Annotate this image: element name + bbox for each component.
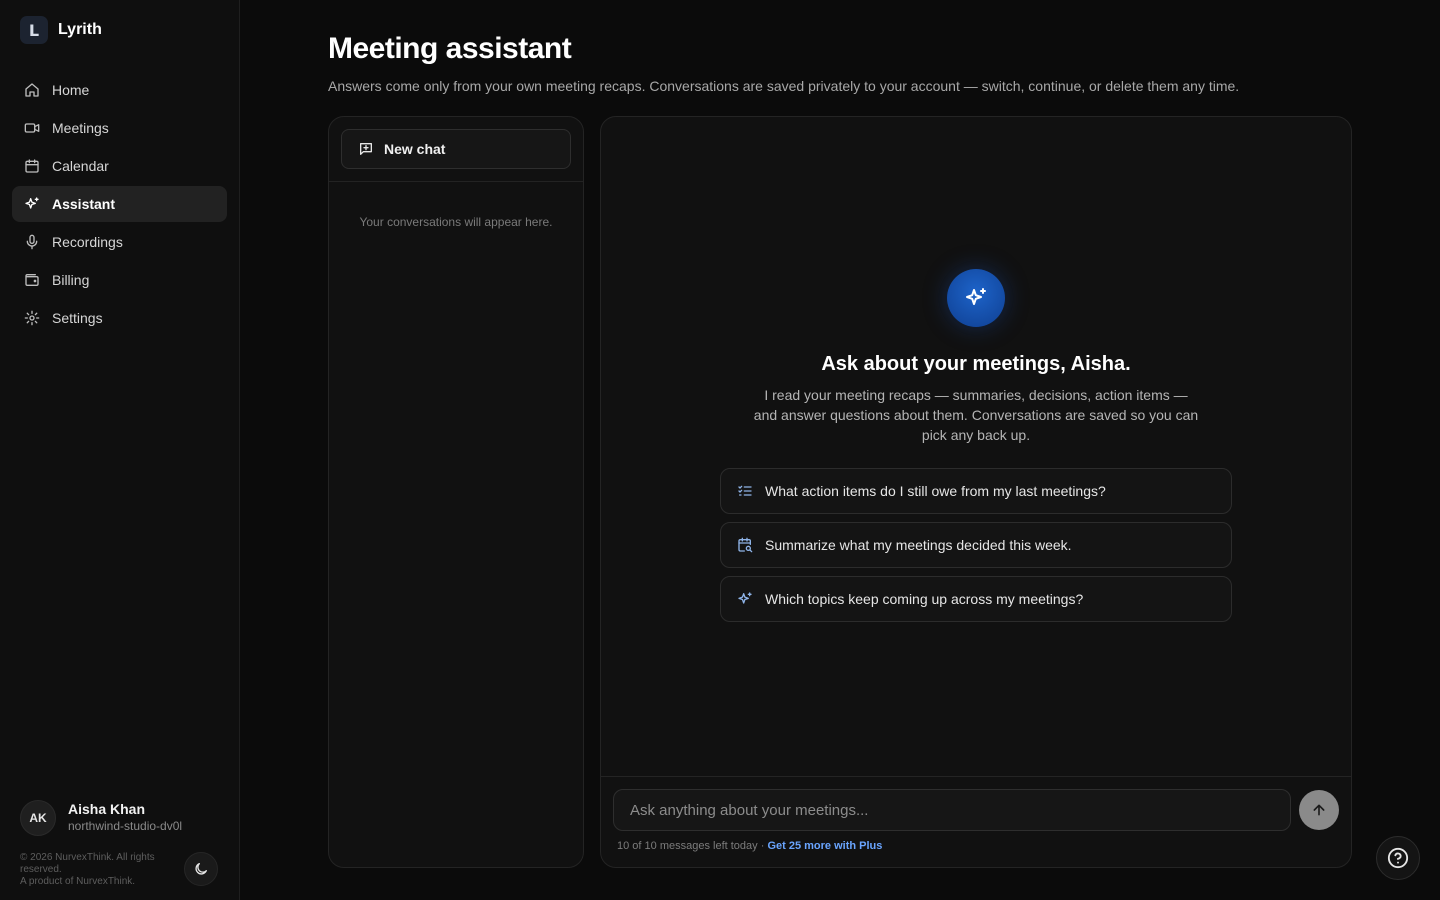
- new-chat-button[interactable]: New chat: [341, 129, 571, 169]
- help-icon: [1387, 847, 1409, 869]
- quota-text: 10 of 10 messages left today ·: [617, 840, 765, 852]
- video-icon: [24, 123, 40, 133]
- sparkles-icon: [25, 197, 39, 209]
- moon-icon: [195, 863, 207, 875]
- sparkles-icon: [966, 288, 986, 305]
- avatar: AK: [20, 800, 56, 836]
- sidebar-item-label: Recordings: [52, 234, 123, 250]
- suggestion-weekly-summary[interactable]: Summarize what my meetings decided this …: [720, 522, 1232, 568]
- calendar-search-icon: [738, 537, 753, 553]
- copyright-text: © 2026 NurvexThink. All rights reserved.: [20, 852, 155, 875]
- help-button[interactable]: [1376, 836, 1420, 880]
- user-info: Aisha Khan northwind-studio-dv0l: [68, 801, 182, 835]
- arrow-up-icon: [1313, 804, 1325, 816]
- upgrade-link[interactable]: Get 25 more with Plus: [767, 840, 882, 852]
- chat-input[interactable]: [613, 789, 1291, 831]
- divider: [601, 776, 1351, 777]
- wallet-icon: [25, 274, 39, 286]
- send-button[interactable]: [1299, 790, 1339, 830]
- checklist-icon: [738, 485, 752, 496]
- page-subtitle: Answers come only from your own meeting …: [328, 78, 1240, 94]
- chat-hero-title: Ask about your meetings, Aisha.: [821, 353, 1131, 375]
- chat-hero-description: I read your meeting recaps — summaries, …: [753, 387, 1199, 443]
- product-text: A product of NurvexThink.: [20, 876, 136, 887]
- message-plus-icon: [360, 143, 372, 155]
- divider: [329, 181, 583, 182]
- conversations-panel: New chat Your conversations will appear …: [328, 116, 584, 868]
- sidebar-item-label: Settings: [52, 310, 103, 326]
- user-workspace: northwind-studio-dv0l: [68, 819, 183, 833]
- theme-toggle-button[interactable]: [184, 852, 218, 886]
- page-title: Meeting assistant: [328, 32, 572, 65]
- user-name: Aisha Khan: [68, 801, 146, 817]
- sidebar-nav: Home Meetings Calendar Assistant Recordi…: [12, 72, 227, 338]
- sidebar-item-label: Meetings: [52, 120, 109, 136]
- sidebar-item-home[interactable]: Home: [12, 72, 227, 108]
- microphone-icon: [26, 234, 38, 250]
- message-quota: 10 of 10 messages left today · Get 25 mo…: [617, 840, 882, 852]
- sidebar-item-recordings[interactable]: Recordings: [12, 224, 227, 260]
- sidebar-item-settings[interactable]: Settings: [12, 300, 227, 336]
- sidebar-item-label: Calendar: [52, 158, 109, 174]
- sidebar-item-calendar[interactable]: Calendar: [12, 148, 227, 184]
- gear-icon: [24, 310, 40, 326]
- chat-panel: Ask about your meetings, Aisha. I read y…: [600, 116, 1352, 868]
- footer-note: © 2026 NurvexThink. All rights reserved.…: [20, 852, 180, 888]
- sidebar-item-label: Billing: [52, 272, 90, 288]
- suggestion-action-items[interactable]: What action items do I still owe from my…: [720, 468, 1232, 514]
- brand-logo: L: [20, 16, 48, 44]
- sidebar-item-billing[interactable]: Billing: [12, 262, 227, 298]
- sidebar-item-label: Assistant: [52, 196, 116, 212]
- suggestion-label: Summarize what my meetings decided this …: [765, 537, 1072, 553]
- assistant-avatar: [947, 269, 1005, 327]
- sparkles-icon: [738, 592, 752, 604]
- sidebar-item-assistant[interactable]: Assistant: [12, 186, 227, 222]
- suggestions-list: What action items do I still owe from my…: [720, 468, 1232, 630]
- suggestion-label: Which topics keep coming up across my me…: [765, 591, 1084, 607]
- sidebar-item-meetings[interactable]: Meetings: [12, 110, 227, 146]
- calendar-icon: [25, 159, 39, 173]
- sidebar-item-label: Home: [52, 82, 90, 98]
- conversations-empty-text: Your conversations will appear here.: [359, 215, 553, 229]
- user-profile[interactable]: AK Aisha Khan northwind-studio-dv0l: [20, 800, 182, 836]
- new-chat-label: New chat: [384, 141, 446, 157]
- home-icon: [25, 83, 39, 97]
- suggestion-recurring-topics[interactable]: Which topics keep coming up across my me…: [720, 576, 1232, 622]
- sidebar: L Lyrith Home Meetings Calendar Assistan…: [0, 0, 240, 900]
- suggestion-label: What action items do I still owe from my…: [765, 483, 1106, 499]
- brand-name: Lyrith: [58, 21, 102, 38]
- brand[interactable]: L Lyrith: [20, 16, 102, 44]
